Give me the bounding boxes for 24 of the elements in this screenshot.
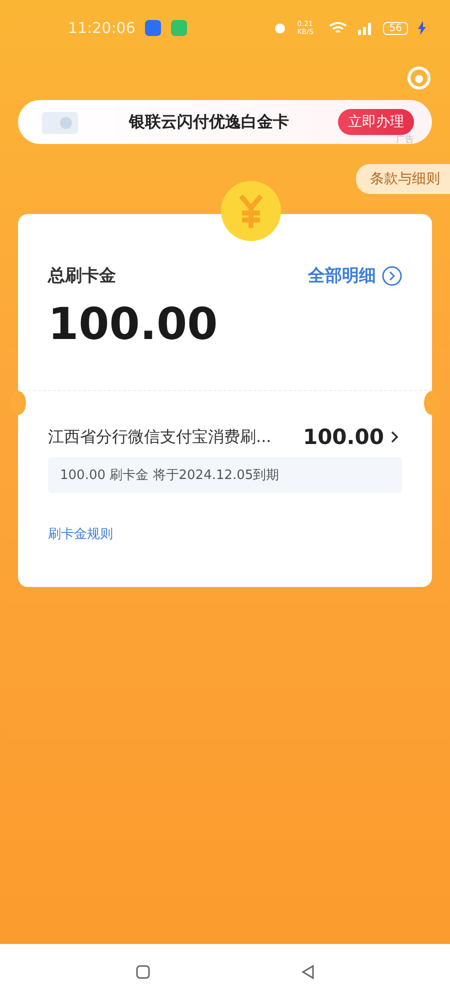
ticket-notch (10, 391, 26, 415)
details-link[interactable]: 全部明细 (308, 264, 402, 287)
item-amount: 100.00 (302, 425, 384, 449)
home-square-icon[interactable] (134, 964, 150, 980)
item-name: 江西省分行微信支付宝消费刷... (48, 426, 272, 448)
rules-link[interactable]: 刷卡金规则 (48, 525, 113, 543)
apply-button[interactable]: 立即办理 (338, 109, 414, 135)
terms-button[interactable]: 条款与细则 (356, 164, 450, 194)
chat-app-icon (171, 20, 188, 36)
total-amount: 100.00 (48, 299, 219, 350)
card-title: 总刷卡金 (48, 265, 116, 287)
expiry-note: 100.00 刷卡金 将于2024.12.05到期 (48, 457, 402, 493)
charging-icon (418, 21, 426, 35)
wifi-icon (329, 21, 348, 35)
battery-level: 56 (383, 22, 408, 34)
banner-title: 银联云闪付优逸白金卡 (128, 112, 290, 132)
ad-banner[interactable]: 银联云闪付优逸白金卡 立即办理 广告 (18, 100, 432, 144)
status-time: 11:20:06 (68, 19, 136, 37)
back-triangle-icon[interactable] (300, 964, 316, 980)
ticket-notch (424, 391, 440, 415)
chevron-circle-icon (382, 266, 402, 286)
app-icon (145, 20, 162, 36)
signal-icon (357, 21, 374, 35)
ad-label: 广告 (396, 134, 414, 146)
